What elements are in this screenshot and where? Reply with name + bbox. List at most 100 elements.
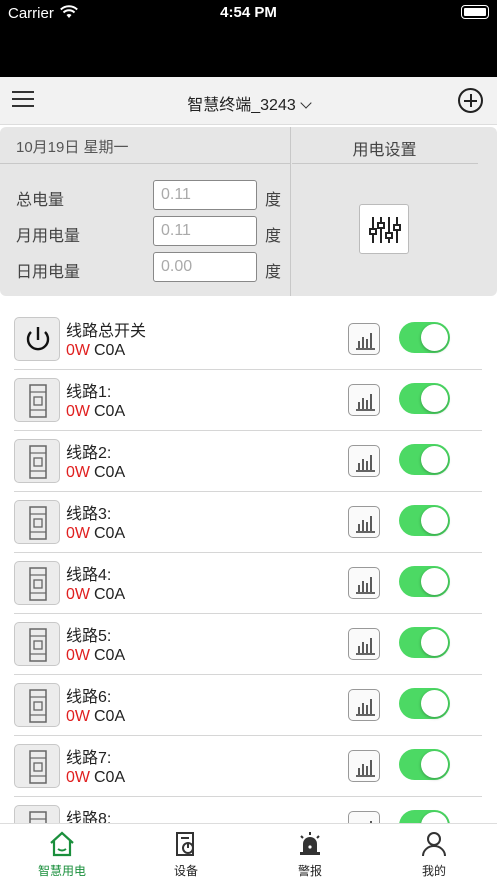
- circuit-name: 线路7:: [66, 750, 112, 767]
- circuit-row: 线路2: 0W C0A: [14, 431, 482, 492]
- bar-chart-icon: [349, 577, 381, 604]
- circuit-current: C0A: [94, 403, 126, 420]
- breaker-button[interactable]: [14, 622, 60, 666]
- battery-icon: [461, 5, 489, 19]
- total-usage-field[interactable]: 0.11: [153, 180, 257, 210]
- circuit-toggle[interactable]: [399, 383, 450, 414]
- power-switch-button[interactable]: [14, 317, 60, 361]
- usage-chart-button[interactable]: [348, 689, 380, 721]
- circuit-readings: 0WC0A: [66, 708, 125, 726]
- breaker-icon: [15, 628, 61, 671]
- circuit-name: 线路4:: [66, 567, 112, 584]
- circuit-current: C0A: [94, 708, 126, 725]
- circuit-current: C0A: [94, 464, 126, 481]
- toggle-knob: [421, 324, 448, 351]
- tab-alarms[interactable]: 警报: [248, 824, 372, 883]
- home-icon: [50, 831, 74, 857]
- tab-devices[interactable]: 设备: [124, 824, 248, 883]
- usage-chart-button[interactable]: [348, 567, 380, 599]
- usage-chart-button[interactable]: [348, 445, 380, 477]
- tab-label: 警报: [297, 864, 322, 878]
- circuit-toggle[interactable]: [399, 566, 450, 597]
- tab-label: 我的: [421, 864, 446, 878]
- daily-usage-row: 日用电量 0.00 度: [16, 252, 286, 282]
- divider: [292, 163, 478, 164]
- sliders-icon: [369, 217, 401, 243]
- circuit-power: 0W: [66, 464, 90, 481]
- power-settings-button[interactable]: [359, 204, 409, 254]
- circuit-name: 线路3:: [66, 506, 112, 523]
- circuit-current: C0A: [94, 342, 126, 359]
- total-usage-label: 总电量: [16, 192, 65, 209]
- circuit-readings: 0WC0A: [66, 769, 125, 787]
- circuit-toggle[interactable]: [399, 505, 450, 536]
- toggle-knob: [421, 507, 448, 534]
- bar-chart-icon: [349, 333, 381, 360]
- circuit-power: 0W: [66, 708, 90, 725]
- usage-chart-button[interactable]: [348, 506, 380, 538]
- chevron-down-icon: [300, 97, 312, 109]
- unit-label: 度: [265, 192, 282, 209]
- monthly-usage-row: 月用电量 0.11 度: [16, 216, 286, 246]
- circuit-current: C0A: [94, 647, 126, 664]
- usage-chart-button[interactable]: [348, 384, 380, 416]
- breaker-button[interactable]: [14, 500, 60, 544]
- usage-chart-button[interactable]: [348, 628, 380, 660]
- circuit-name: 线路2:: [66, 445, 112, 462]
- circuit-power: 0W: [66, 525, 90, 542]
- breaker-button[interactable]: [14, 378, 60, 422]
- circuit-name: 线路5:: [66, 628, 112, 645]
- circuit-readings: 0WC0A: [66, 525, 125, 543]
- toggle-knob: [421, 751, 448, 778]
- add-device-button[interactable]: [458, 88, 483, 113]
- circuit-row: 线路1: 0W C0A: [14, 370, 482, 431]
- circuit-toggle[interactable]: [399, 627, 450, 658]
- device-icon: [176, 832, 194, 856]
- circuit-readings: 0WC0A: [66, 342, 125, 360]
- toggle-knob: [421, 690, 448, 717]
- breaker-icon: [15, 506, 61, 549]
- unit-label: 度: [265, 228, 282, 245]
- breaker-icon: [15, 567, 61, 610]
- clock: 4:54 PM: [220, 4, 277, 21]
- breaker-button[interactable]: [14, 744, 60, 788]
- breaker-button[interactable]: [14, 561, 60, 605]
- circuit-toggle[interactable]: [399, 322, 450, 353]
- breaker-button[interactable]: [14, 683, 60, 727]
- toggle-knob: [421, 629, 448, 656]
- circuit-current: C0A: [94, 769, 126, 786]
- circuit-power: 0W: [66, 769, 90, 786]
- breaker-icon: [15, 750, 61, 793]
- breaker-icon: [15, 384, 61, 427]
- usage-chart-button[interactable]: [348, 323, 380, 355]
- circuit-current: C0A: [94, 586, 126, 603]
- circuit-toggle[interactable]: [399, 688, 450, 719]
- device-selector[interactable]: 智慧终端_3243: [0, 91, 497, 115]
- circuit-readings: 0WC0A: [66, 586, 125, 604]
- circuit-name: 线路1:: [66, 384, 112, 401]
- daily-usage-field[interactable]: 0.00: [153, 252, 257, 282]
- tab-label: 智慧用电: [37, 864, 86, 878]
- circuit-power: 0W: [66, 403, 90, 420]
- toggle-knob: [421, 446, 448, 473]
- toggle-knob: [421, 568, 448, 595]
- tab-label: 设备: [173, 864, 198, 878]
- device-title: 智慧终端_3243: [187, 97, 296, 114]
- date-label: 10月19日 星期一: [16, 139, 129, 156]
- bar-chart-icon: [349, 760, 381, 787]
- circuit-name: 线路6:: [66, 689, 112, 706]
- power-icon: [15, 327, 61, 366]
- monthly-usage-field[interactable]: 0.11: [153, 216, 257, 246]
- profile-icon: [422, 832, 446, 857]
- bar-chart-icon: [349, 516, 381, 543]
- circuit-power: 0W: [66, 342, 90, 359]
- circuit-power: 0W: [66, 647, 90, 664]
- circuit-toggle[interactable]: [399, 749, 450, 780]
- usage-summary-panel: 10月19日 星期一 用电设置 总电量 0.11 度 月用电量 0.11 度 日…: [0, 127, 497, 296]
- circuit-power: 0W: [66, 586, 90, 603]
- tab-smart-power[interactable]: 智慧用电: [0, 824, 124, 883]
- breaker-button[interactable]: [14, 439, 60, 483]
- usage-chart-button[interactable]: [348, 750, 380, 782]
- circuit-toggle[interactable]: [399, 444, 450, 475]
- tab-profile[interactable]: 我的: [372, 824, 496, 883]
